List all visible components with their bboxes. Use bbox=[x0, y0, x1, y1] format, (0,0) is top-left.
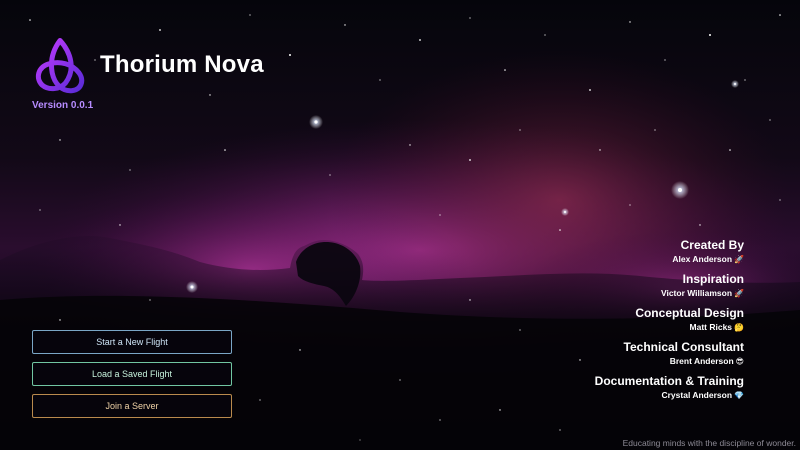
main-menu: Start a New Flight Load a Saved Flight J… bbox=[32, 330, 232, 426]
credit-technical-consultant: Technical Consultant Brent Anderson 😎 bbox=[524, 340, 744, 368]
version-label: Version 0.0.1 bbox=[32, 100, 94, 111]
rocket-icon: 🚀 bbox=[734, 289, 744, 298]
credit-name: Matt Ricks bbox=[689, 322, 733, 332]
app-title: Thorium Nova bbox=[100, 51, 264, 78]
load-saved-flight-button[interactable]: Load a Saved Flight bbox=[32, 362, 232, 386]
start-new-flight-button[interactable]: Start a New Flight bbox=[32, 330, 232, 354]
credit-created-by: Created By Alex Anderson 🚀 bbox=[524, 238, 744, 266]
thinking-face-icon: 🤔 bbox=[734, 323, 744, 332]
credit-role: Documentation & Training bbox=[594, 374, 744, 388]
credit-role: Technical Consultant bbox=[623, 340, 744, 354]
credit-name: Alex Anderson bbox=[672, 254, 733, 264]
credits-list: Created By Alex Anderson 🚀 Inspiration Vi… bbox=[524, 238, 744, 408]
credit-role: Created By bbox=[680, 238, 744, 252]
credit-role: Inspiration bbox=[682, 272, 744, 286]
credit-name: Crystal Anderson bbox=[661, 390, 733, 400]
rocket-icon: 🚀 bbox=[734, 255, 744, 264]
credit-name: Victor Williamson bbox=[660, 288, 733, 298]
sunglasses-face-icon: 😎 bbox=[735, 357, 744, 366]
credit-inspiration: Inspiration Victor Williamson 🚀 bbox=[524, 272, 744, 300]
credit-conceptual-design: Conceptual Design Matt Ricks 🤔 bbox=[524, 306, 744, 334]
credit-name: Brent Anderson bbox=[669, 356, 734, 366]
gem-icon: 💎 bbox=[734, 391, 744, 400]
tagline: Educating minds with the discipline of w… bbox=[622, 438, 796, 448]
thorium-logo-icon bbox=[35, 37, 85, 94]
credit-role: Conceptual Design bbox=[635, 306, 744, 320]
main-menu-screen: Thorium Nova Version 0.0.1 Start a New F… bbox=[0, 0, 800, 450]
app-brand: Thorium Nova bbox=[32, 36, 264, 94]
credit-documentation-training: Documentation & Training Crystal Anderso… bbox=[524, 374, 744, 402]
join-server-button[interactable]: Join a Server bbox=[32, 394, 232, 418]
